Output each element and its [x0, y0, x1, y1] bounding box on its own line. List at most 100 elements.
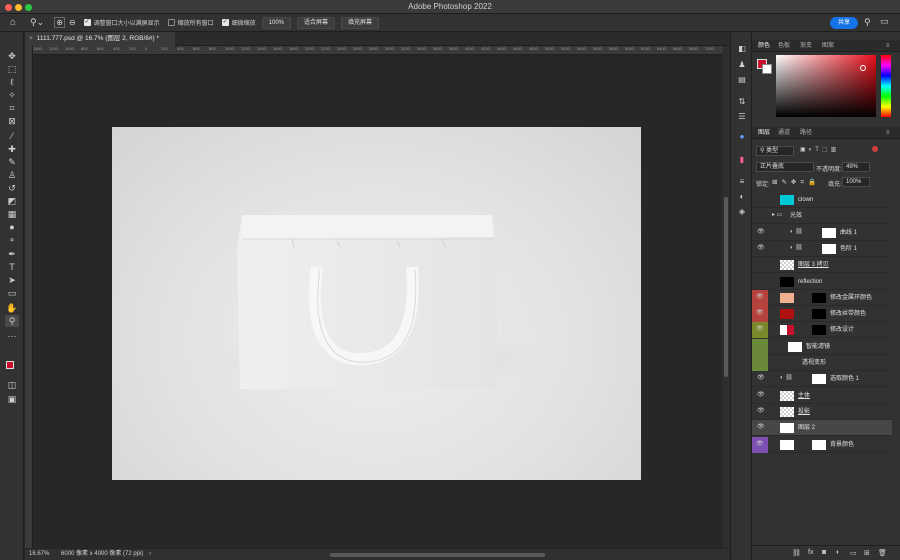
layer-visibility-eye-icon[interactable]: 👁: [752, 436, 768, 453]
layer-name[interactable]: 透视变形: [802, 355, 826, 371]
background-color[interactable]: [762, 64, 772, 74]
hand-tool-icon[interactable]: ✋: [5, 302, 19, 314]
share-button[interactable]: 共享: [830, 17, 858, 29]
layer-name[interactable]: 曲线 1: [840, 225, 857, 241]
layer-name[interactable]: 修改金属环颜色: [830, 290, 872, 306]
new-layer-icon[interactable]: ⊞: [864, 549, 870, 557]
layer-row[interactable]: 👁 ◐ ⛓ 曲线 1: [752, 225, 892, 241]
fill-screen-button[interactable]: 填充屏幕: [341, 16, 380, 29]
path-selection-tool-icon[interactable]: ➤: [5, 274, 19, 286]
layer-visibility-eye-icon[interactable]: 👁: [752, 306, 768, 323]
clone-stamp-tool-icon[interactable]: ♙: [5, 169, 19, 181]
eraser-tool-icon[interactable]: ◩: [5, 195, 19, 207]
document-canvas[interactable]: [112, 127, 641, 480]
plugin-icon[interactable]: ▮: [736, 155, 748, 165]
tab-color[interactable]: 颜色: [758, 40, 770, 52]
add-mask-icon[interactable]: ◙: [822, 549, 826, 556]
status-menu-chevron-icon[interactable]: ›: [149, 551, 151, 557]
crop-tool-icon[interactable]: ⌗: [5, 102, 19, 114]
color-picker-cursor[interactable]: [860, 65, 866, 71]
layer-visibility-eye-icon[interactable]: 👁: [757, 423, 765, 430]
layer-visibility-eye-icon[interactable]: [752, 355, 768, 371]
close-tab-icon[interactable]: ×: [29, 35, 33, 42]
status-zoom[interactable]: 16.67%: [29, 551, 49, 557]
layer-name[interactable]: 图层 2: [798, 420, 815, 436]
blur-tool-icon[interactable]: ●: [5, 221, 19, 233]
layer-visibility-eye-icon[interactable]: 👁: [752, 289, 768, 306]
tab-gradients[interactable]: 渐变: [800, 40, 812, 52]
layer-row[interactable]: 👁 修改金属环颜色: [752, 289, 892, 306]
gradient-tool-icon[interactable]: ▦: [5, 208, 19, 220]
workspace-icon[interactable]: ▭: [880, 16, 889, 27]
layer-name[interactable]: 修改设计: [830, 322, 854, 338]
tab-swatches[interactable]: 色板: [778, 40, 790, 52]
layer-mask-thumbnail[interactable]: [812, 439, 826, 450]
layer-name[interactable]: reflection: [798, 274, 822, 290]
layer-row[interactable]: 👁 修改丝带颜色: [752, 306, 892, 323]
pen-tool-icon[interactable]: ✒: [5, 248, 19, 260]
healing-brush-tool-icon[interactable]: ✚: [5, 143, 19, 155]
delete-layer-icon[interactable]: 🗑: [878, 549, 887, 557]
brush-presets-icon[interactable]: ♟: [736, 60, 748, 70]
magic-wand-tool-icon[interactable]: ✧: [5, 89, 19, 101]
layer-visibility-eye-icon[interactable]: 👁: [752, 322, 768, 339]
layer-visibility-eye-icon[interactable]: [752, 338, 768, 355]
lock-icons[interactable]: ⊠✎✥⌗🔒: [772, 178, 820, 187]
document-tab[interactable]: × 1111.777.psd @ 16.7% (图层 2, RGB/8#) *: [25, 32, 175, 46]
layer-row[interactable]: 👁 修改设计: [752, 322, 892, 339]
search-icon[interactable]: ⚲: [864, 17, 871, 28]
zoom-tool-icon[interactable]: ⚲⌄: [30, 17, 44, 28]
history-icon[interactable]: ◧: [736, 44, 748, 54]
more-tools-icon[interactable]: ···: [5, 330, 19, 342]
zoom-all-windows-checkbox[interactable]: [167, 19, 175, 26]
layer-row[interactable]: 👁 ◐ ⛓ 色阶 1: [752, 241, 892, 257]
fill-field[interactable]: 100%: [842, 177, 870, 187]
layer-mask-thumbnail[interactable]: [812, 309, 826, 320]
layer-name[interactable]: 主体: [798, 388, 810, 404]
type-tool-icon[interactable]: T: [5, 261, 19, 273]
layer-name[interactable]: 背景颜色: [830, 437, 854, 453]
zoom-tool-active-icon[interactable]: ⚲: [5, 315, 19, 327]
layer-row[interactable]: 图层 3 拷贝: [752, 257, 892, 274]
paragraph-icon[interactable]: ≡: [736, 177, 748, 187]
layer-row[interactable]: clown: [752, 192, 892, 208]
layer-visibility-eye-icon[interactable]: 👁: [757, 374, 765, 381]
tab-paths[interactable]: 路径: [800, 127, 812, 139]
layer-visibility-eye-icon[interactable]: 👁: [757, 407, 765, 414]
scrubby-zoom-checkbox[interactable]: ✓: [221, 19, 229, 26]
lasso-tool-icon[interactable]: ℓ: [5, 76, 19, 88]
zoom-out-icon[interactable]: ⊖: [69, 18, 76, 27]
brush-tool-icon[interactable]: ✎: [5, 156, 19, 168]
layer-row[interactable]: 👁 投影: [752, 404, 892, 420]
tab-patterns[interactable]: 图案: [822, 40, 834, 52]
layer-visibility-eye-icon[interactable]: 👁: [757, 244, 765, 251]
marquee-tool-icon[interactable]: ⬚: [5, 63, 19, 75]
adjustment-layer-icon[interactable]: ◐: [836, 549, 840, 556]
layer-row[interactable]: ▸ ▭ 光效: [752, 208, 892, 225]
layer-mask-thumbnail[interactable]: [822, 227, 836, 238]
history-brush-tool-icon[interactable]: ↺: [5, 182, 19, 194]
fx-icon[interactable]: fx: [808, 549, 813, 556]
foreground-color-swatch[interactable]: [6, 361, 14, 369]
layer-row[interactable]: 智能滤镜: [752, 338, 892, 355]
layer-row[interactable]: 👁 主体: [752, 388, 892, 404]
layer-row[interactable]: 透视变形: [752, 355, 892, 371]
hue-slider[interactable]: [881, 55, 891, 117]
adjustments-icon[interactable]: ⇅: [736, 97, 748, 107]
layer-name[interactable]: clown: [798, 192, 813, 208]
vertical-scroll-thumb[interactable]: [724, 197, 728, 377]
layer-row[interactable]: 👁 背景颜色: [752, 436, 892, 453]
layer-name[interactable]: 色阶 1: [840, 241, 857, 257]
quick-mask-icon[interactable]: ◫: [5, 379, 19, 391]
dodge-tool-icon[interactable]: ⚬: [5, 234, 19, 246]
layer-row[interactable]: 👁 图层 2: [752, 420, 892, 437]
panel-menu-icon[interactable]: ≡: [886, 40, 890, 52]
rectangle-tool-icon[interactable]: ▭: [5, 287, 19, 299]
layer-name[interactable]: 选取颜色 1: [830, 371, 859, 387]
filter-toggle[interactable]: [872, 146, 878, 152]
layer-name[interactable]: 智能滤镜: [806, 339, 830, 355]
frame-tool-icon[interactable]: ⊠: [5, 115, 19, 127]
home-icon[interactable]: ⌂: [10, 17, 16, 28]
properties-icon[interactable]: ☰: [736, 112, 748, 122]
layer-mask-thumbnail[interactable]: [822, 243, 836, 254]
